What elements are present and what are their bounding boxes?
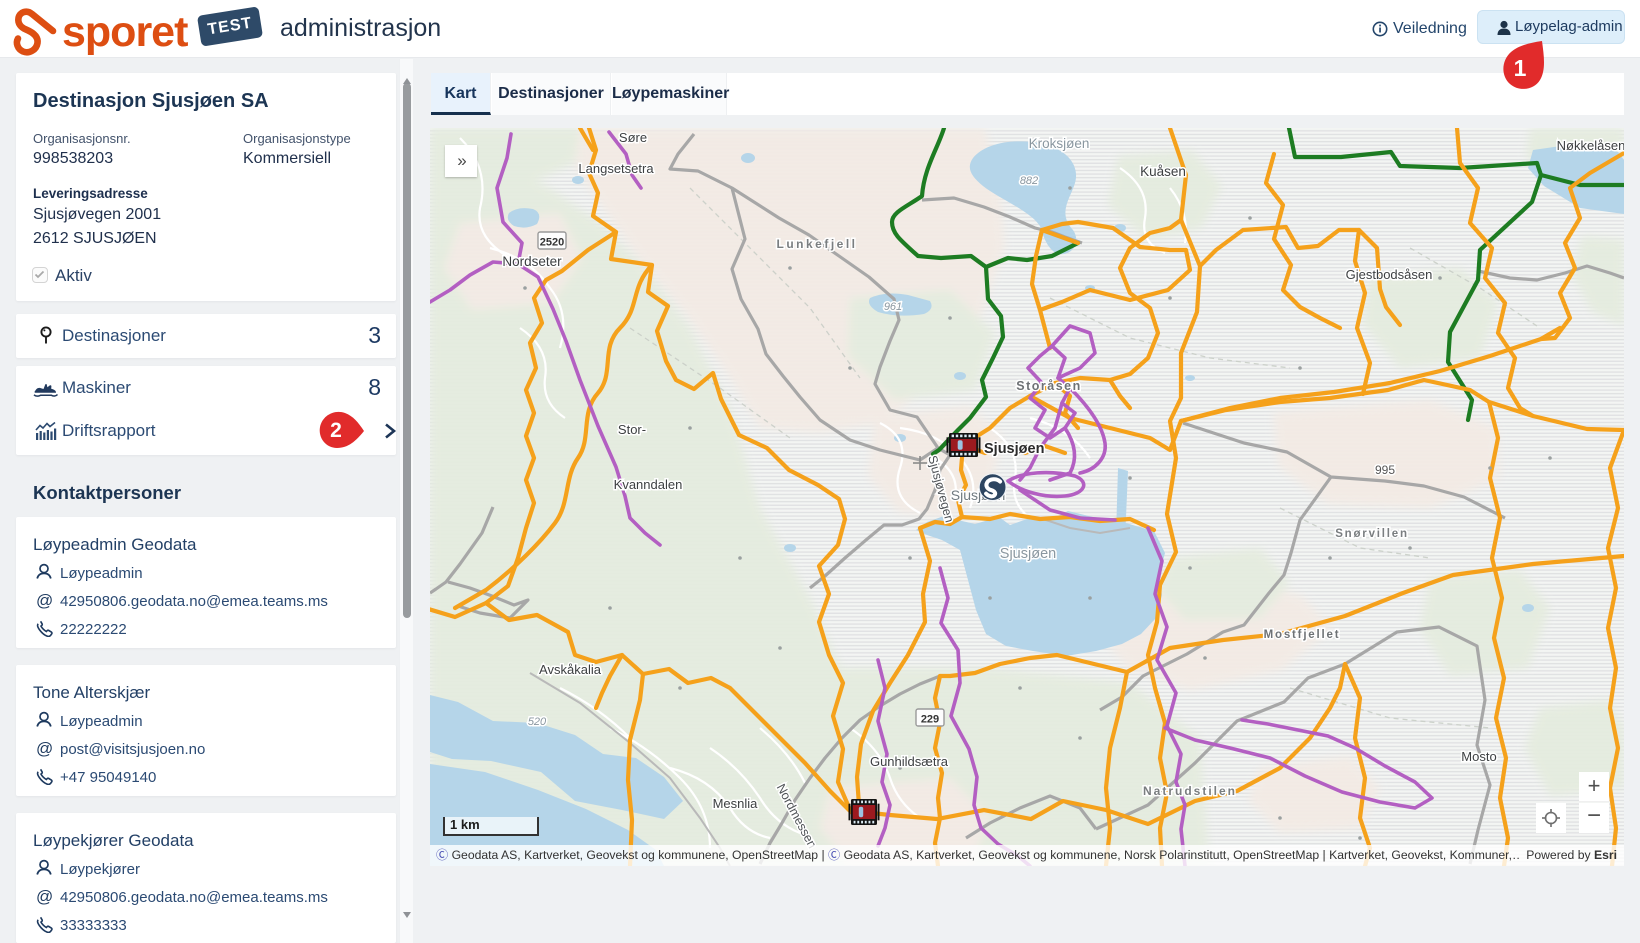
svg-text:@: @ — [36, 739, 53, 758]
svg-text:Kvanndalen: Kvanndalen — [614, 477, 683, 492]
svg-text:Avskåkalia: Avskåkalia — [539, 662, 602, 677]
svg-text:Gunhildsætra: Gunhildsætra — [870, 754, 949, 769]
svg-text:Gjestbodsåsen: Gjestbodsåsen — [1346, 267, 1433, 282]
svg-text:Kroksjøen: Kroksjøen — [1029, 136, 1090, 151]
svg-text:Søre: Søre — [619, 130, 647, 145]
svg-text:Nordseter: Nordseter — [502, 254, 562, 269]
svg-text:Sjusjøen: Sjusjøen — [1000, 546, 1056, 562]
svg-text:2: 2 — [330, 419, 342, 442]
svg-text:1: 1 — [1514, 55, 1527, 81]
svg-text:Lunkefjell: Lunkefjell — [776, 237, 857, 251]
svg-text:Nøkkelåsen: Nøkkelåsen — [1557, 138, 1624, 153]
svg-text:Natrudstilen: Natrudstilen — [1143, 784, 1237, 798]
svg-text:995: 995 — [1375, 463, 1395, 477]
svg-text:sporet: sporet — [62, 8, 188, 56]
svg-text:229: 229 — [921, 714, 939, 726]
svg-text:Storåsen: Storåsen — [1016, 379, 1082, 393]
svg-text:@: @ — [36, 591, 53, 610]
svg-text:882: 882 — [1020, 175, 1038, 187]
svg-text:Kuåsen: Kuåsen — [1140, 164, 1186, 179]
svg-text:@: @ — [36, 887, 53, 906]
svg-text:520: 520 — [528, 716, 547, 728]
svg-text:Snørvillen: Snørvillen — [1335, 528, 1409, 540]
svg-text:Stor-: Stor- — [618, 422, 646, 437]
svg-text:Mesnlia: Mesnlia — [713, 796, 759, 811]
svg-text:2520: 2520 — [540, 237, 564, 249]
svg-text:961: 961 — [884, 301, 902, 313]
svg-text:Mosto: Mosto — [1461, 749, 1496, 764]
svg-text:Mostfjellet: Mostfjellet — [1264, 629, 1341, 641]
svg-text:Sjusjøen: Sjusjøen — [984, 441, 1044, 457]
svg-text:Langsetsetra: Langsetsetra — [578, 161, 654, 176]
